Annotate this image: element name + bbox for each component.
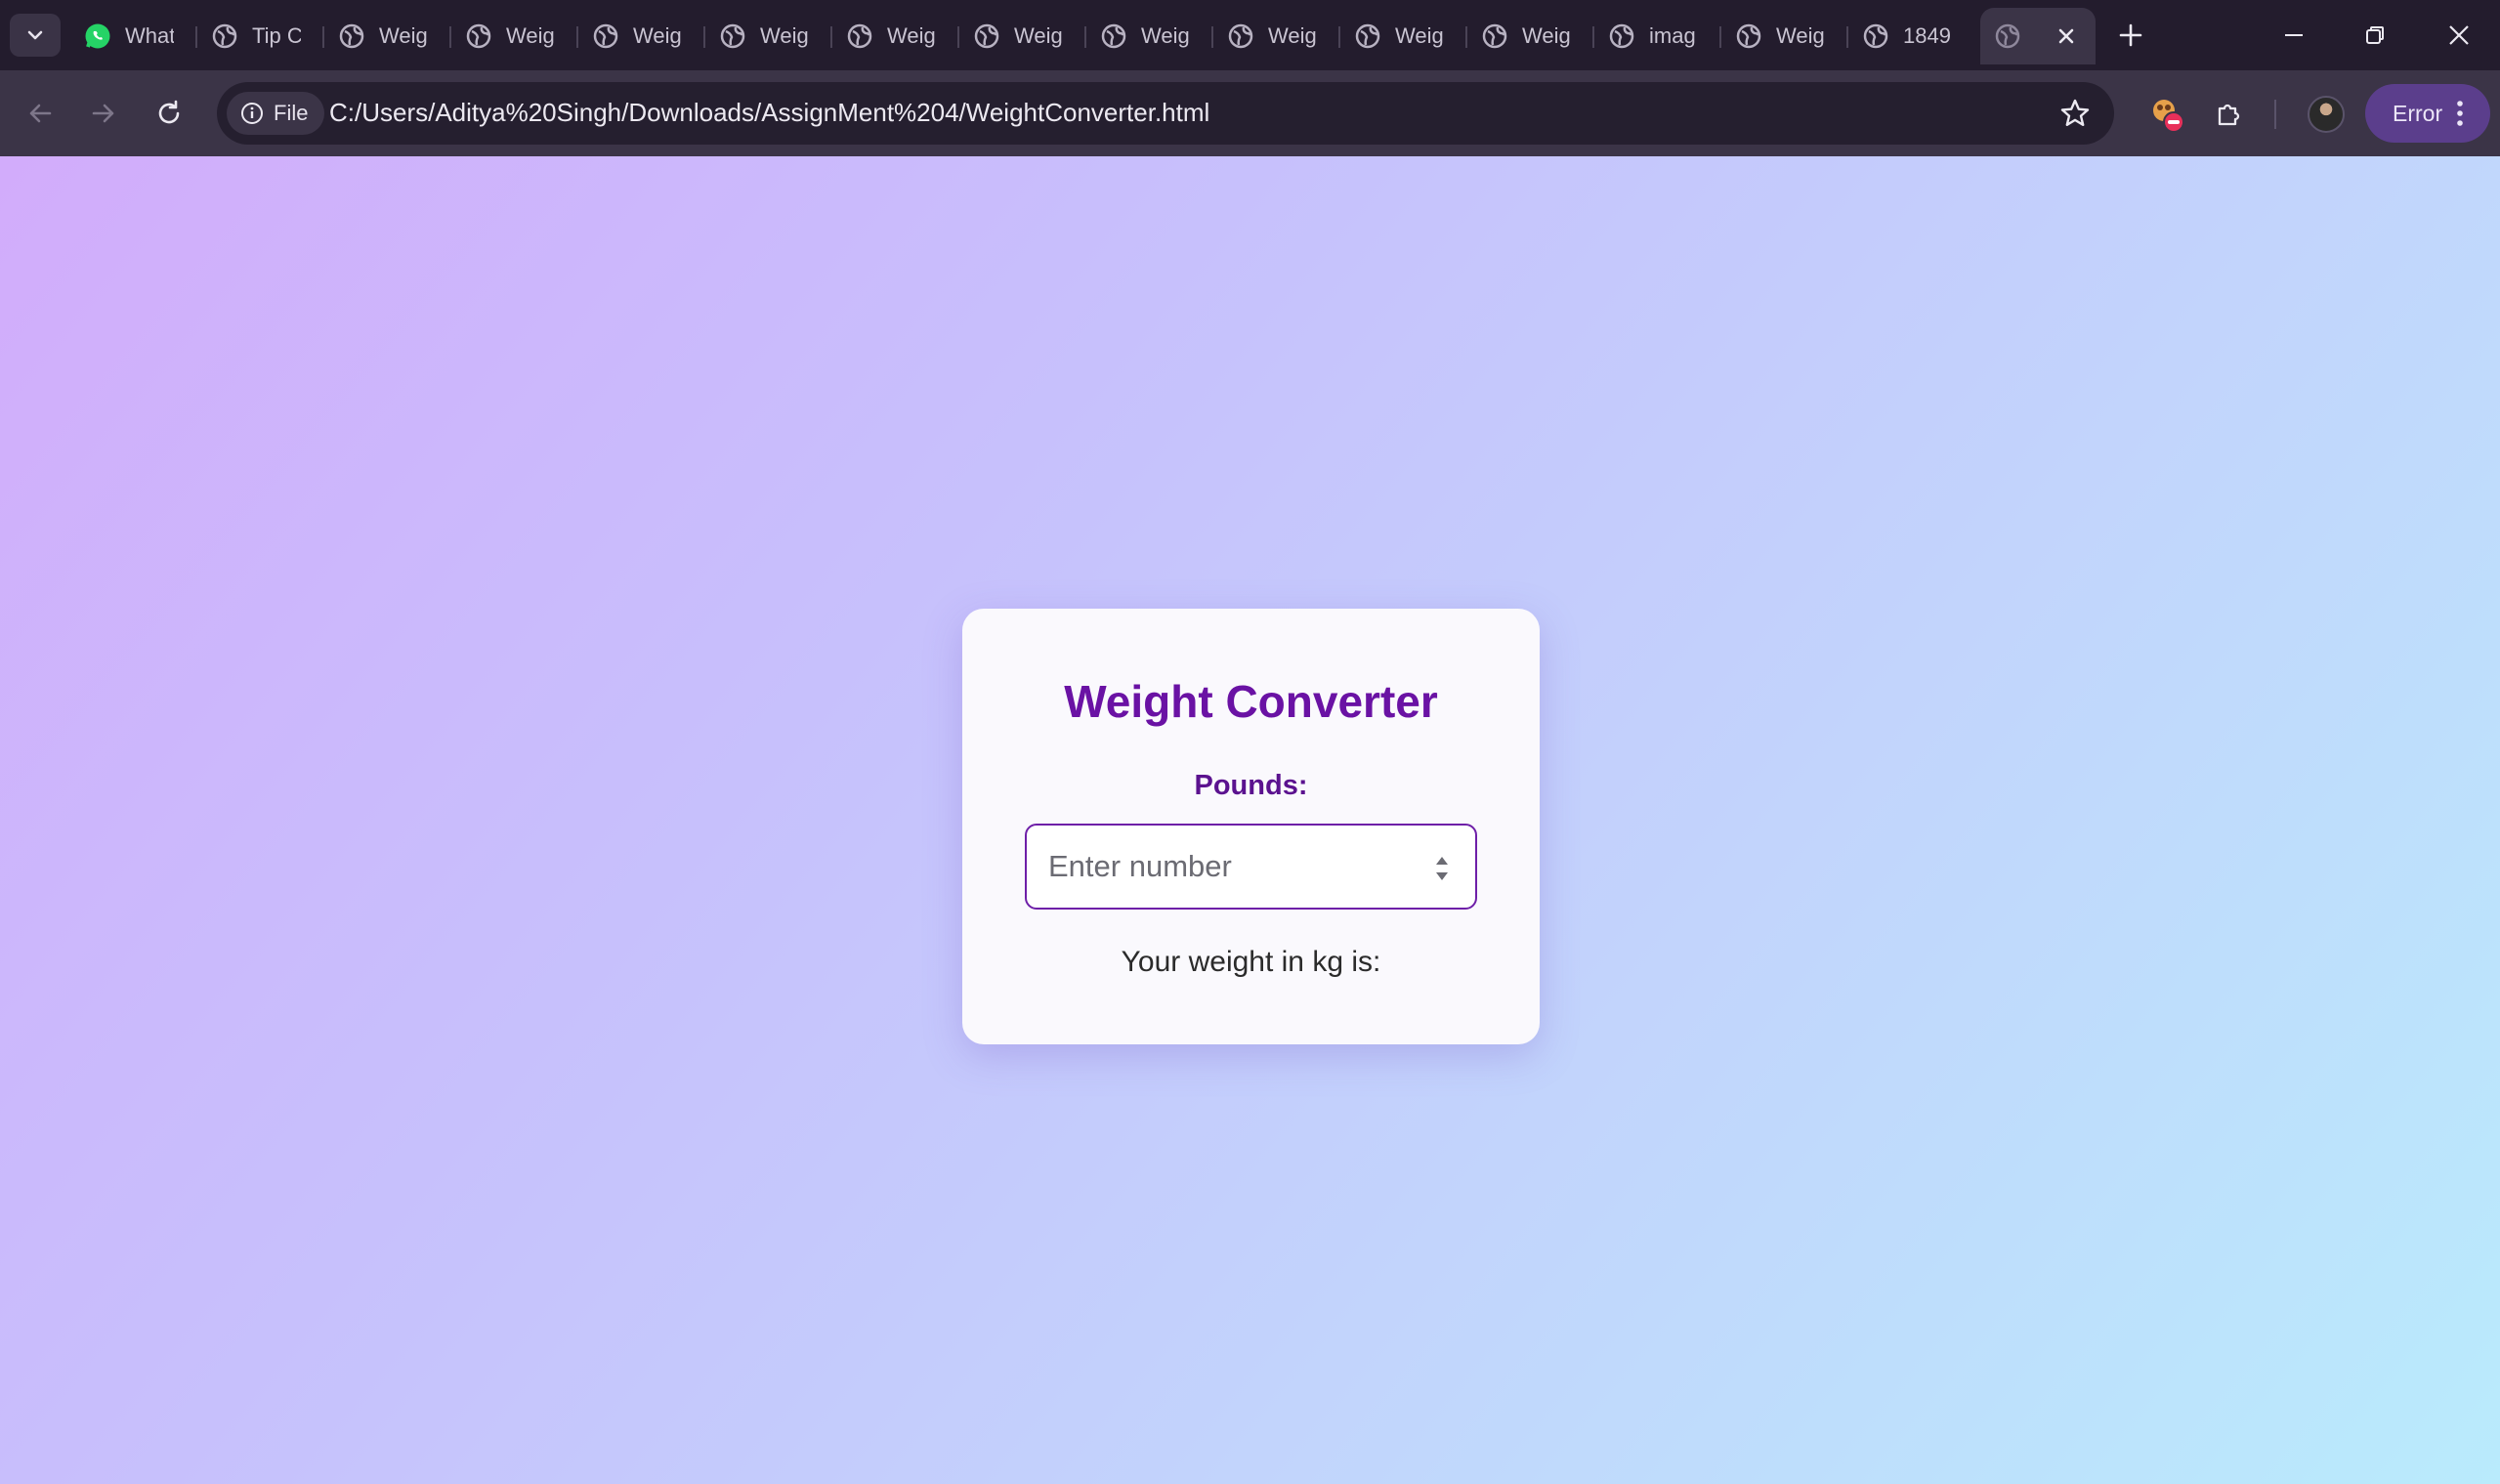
globe-icon — [1736, 23, 1761, 49]
globe-icon — [720, 23, 745, 49]
tab-1849[interactable]: 1849 — [1848, 8, 1975, 64]
error-label: Error — [2393, 100, 2443, 126]
address-bar[interactable]: File C:/Users/Aditya%20Singh/Downloads/A… — [217, 82, 2114, 145]
tab-weight[interactable]: Weig — [324, 8, 451, 64]
tab-weight[interactable]: Weig — [1721, 8, 1848, 64]
globe-icon — [1995, 23, 2020, 49]
profile-error-button[interactable]: Error — [2365, 84, 2490, 143]
back-button[interactable] — [17, 90, 64, 137]
tab-active[interactable] — [1980, 8, 2096, 64]
pounds-input[interactable] — [1027, 826, 1475, 908]
tab-label: Tip C — [252, 23, 301, 48]
tab-label: Weig — [1395, 23, 1444, 48]
extensions-menu-button[interactable] — [2209, 94, 2250, 135]
site-info-chip[interactable]: File — [227, 92, 324, 135]
arrow-right-icon — [92, 104, 114, 123]
extension-badge-icon — [2153, 100, 2184, 133]
reload-icon — [158, 100, 180, 124]
kebab-menu-icon — [2457, 101, 2463, 126]
puzzle-icon — [2218, 104, 2240, 126]
globe-icon — [339, 23, 364, 49]
converter-card: Weight Converter Pounds: Your weight in … — [962, 609, 1540, 1044]
page-viewport: Weight Converter Pounds: Your weight in … — [0, 156, 2500, 1484]
site-info-label: File — [274, 101, 309, 125]
globe-icon — [1863, 23, 1888, 49]
globe-icon — [1101, 23, 1126, 49]
tab-label: imag — [1649, 23, 1696, 48]
restore-button[interactable] — [2336, 0, 2414, 70]
tab-search-button[interactable] — [10, 14, 61, 57]
reload-button[interactable] — [146, 90, 192, 137]
whatsapp-icon — [85, 23, 110, 49]
tab-label: Weig — [633, 23, 682, 48]
globe-icon — [1355, 23, 1380, 49]
extension-button[interactable] — [2147, 94, 2188, 135]
globe-icon — [593, 23, 618, 49]
tab-weight[interactable]: Weig — [959, 8, 1086, 64]
tab-label: 1849 — [1903, 23, 1951, 48]
tab-label: What — [125, 23, 174, 48]
url-text[interactable]: C:/Users/Aditya%20Singh/Downloads/Assign… — [329, 98, 1209, 128]
tab-label: Weig — [506, 23, 555, 48]
tab-label: Weig — [1014, 23, 1063, 48]
tab-image[interactable]: imag — [1594, 8, 1721, 64]
close-tab-icon[interactable] — [2055, 24, 2078, 48]
tab-weight[interactable]: Weig — [578, 8, 705, 64]
new-tab-button[interactable] — [2113, 18, 2148, 53]
number-spinner-icon[interactable] — [1432, 849, 1452, 888]
arrow-left-icon — [29, 104, 52, 123]
page-title: Weight Converter — [1064, 676, 1438, 727]
tab-whatsapp[interactable]: What — [70, 8, 197, 64]
minimize-icon — [2285, 34, 2303, 36]
profile-avatar[interactable] — [2308, 96, 2345, 133]
globe-icon — [974, 23, 999, 49]
tab-label: Weig — [1522, 23, 1571, 48]
pounds-input-wrapper — [1025, 824, 1477, 910]
forward-button[interactable] — [80, 90, 127, 137]
tab-list: What Tip C Weig Weig Weig Weig Weig Weig… — [70, 8, 2102, 64]
close-window-button[interactable] — [2420, 0, 2498, 70]
tab-tip[interactable]: Tip C — [197, 8, 324, 64]
tab-label: Weig — [1776, 23, 1825, 48]
plus-icon — [2119, 23, 2142, 47]
tab-label: Weig — [760, 23, 809, 48]
tab-weight[interactable]: Weig — [832, 8, 959, 64]
result-text: Your weight in kg is: — [1121, 946, 1381, 978]
toolbar-divider — [2274, 100, 2276, 129]
tab-label: Weig — [1141, 23, 1190, 48]
browser-toolbar: File C:/Users/Aditya%20Singh/Downloads/A… — [0, 70, 2500, 156]
tab-strip: What Tip C Weig Weig Weig Weig Weig Weig… — [0, 0, 2500, 70]
globe-icon — [847, 23, 872, 49]
chevron-down-icon — [27, 30, 43, 40]
bookmark-star-icon[interactable] — [2059, 98, 2091, 129]
tab-weight[interactable]: Weig — [1340, 8, 1467, 64]
tab-weight[interactable]: Weig — [1467, 8, 1594, 64]
globe-icon — [212, 23, 237, 49]
close-icon — [2449, 25, 2469, 45]
globe-icon — [1228, 23, 1253, 49]
globe-icon — [1482, 23, 1507, 49]
globe-icon — [466, 23, 491, 49]
globe-icon — [1609, 23, 1634, 49]
tab-label: Weig — [379, 23, 428, 48]
restore-icon — [2366, 26, 2384, 44]
tab-label: Weig — [887, 23, 936, 48]
pounds-label: Pounds: — [1194, 770, 1308, 801]
info-icon — [241, 103, 263, 124]
tab-weight[interactable]: Weig — [1213, 8, 1340, 64]
tab-weight[interactable]: Weig — [1086, 8, 1213, 64]
tab-weight[interactable]: Weig — [705, 8, 832, 64]
tab-weight[interactable]: Weig — [451, 8, 578, 64]
minimize-button[interactable] — [2255, 0, 2333, 70]
tab-label: Weig — [1268, 23, 1317, 48]
